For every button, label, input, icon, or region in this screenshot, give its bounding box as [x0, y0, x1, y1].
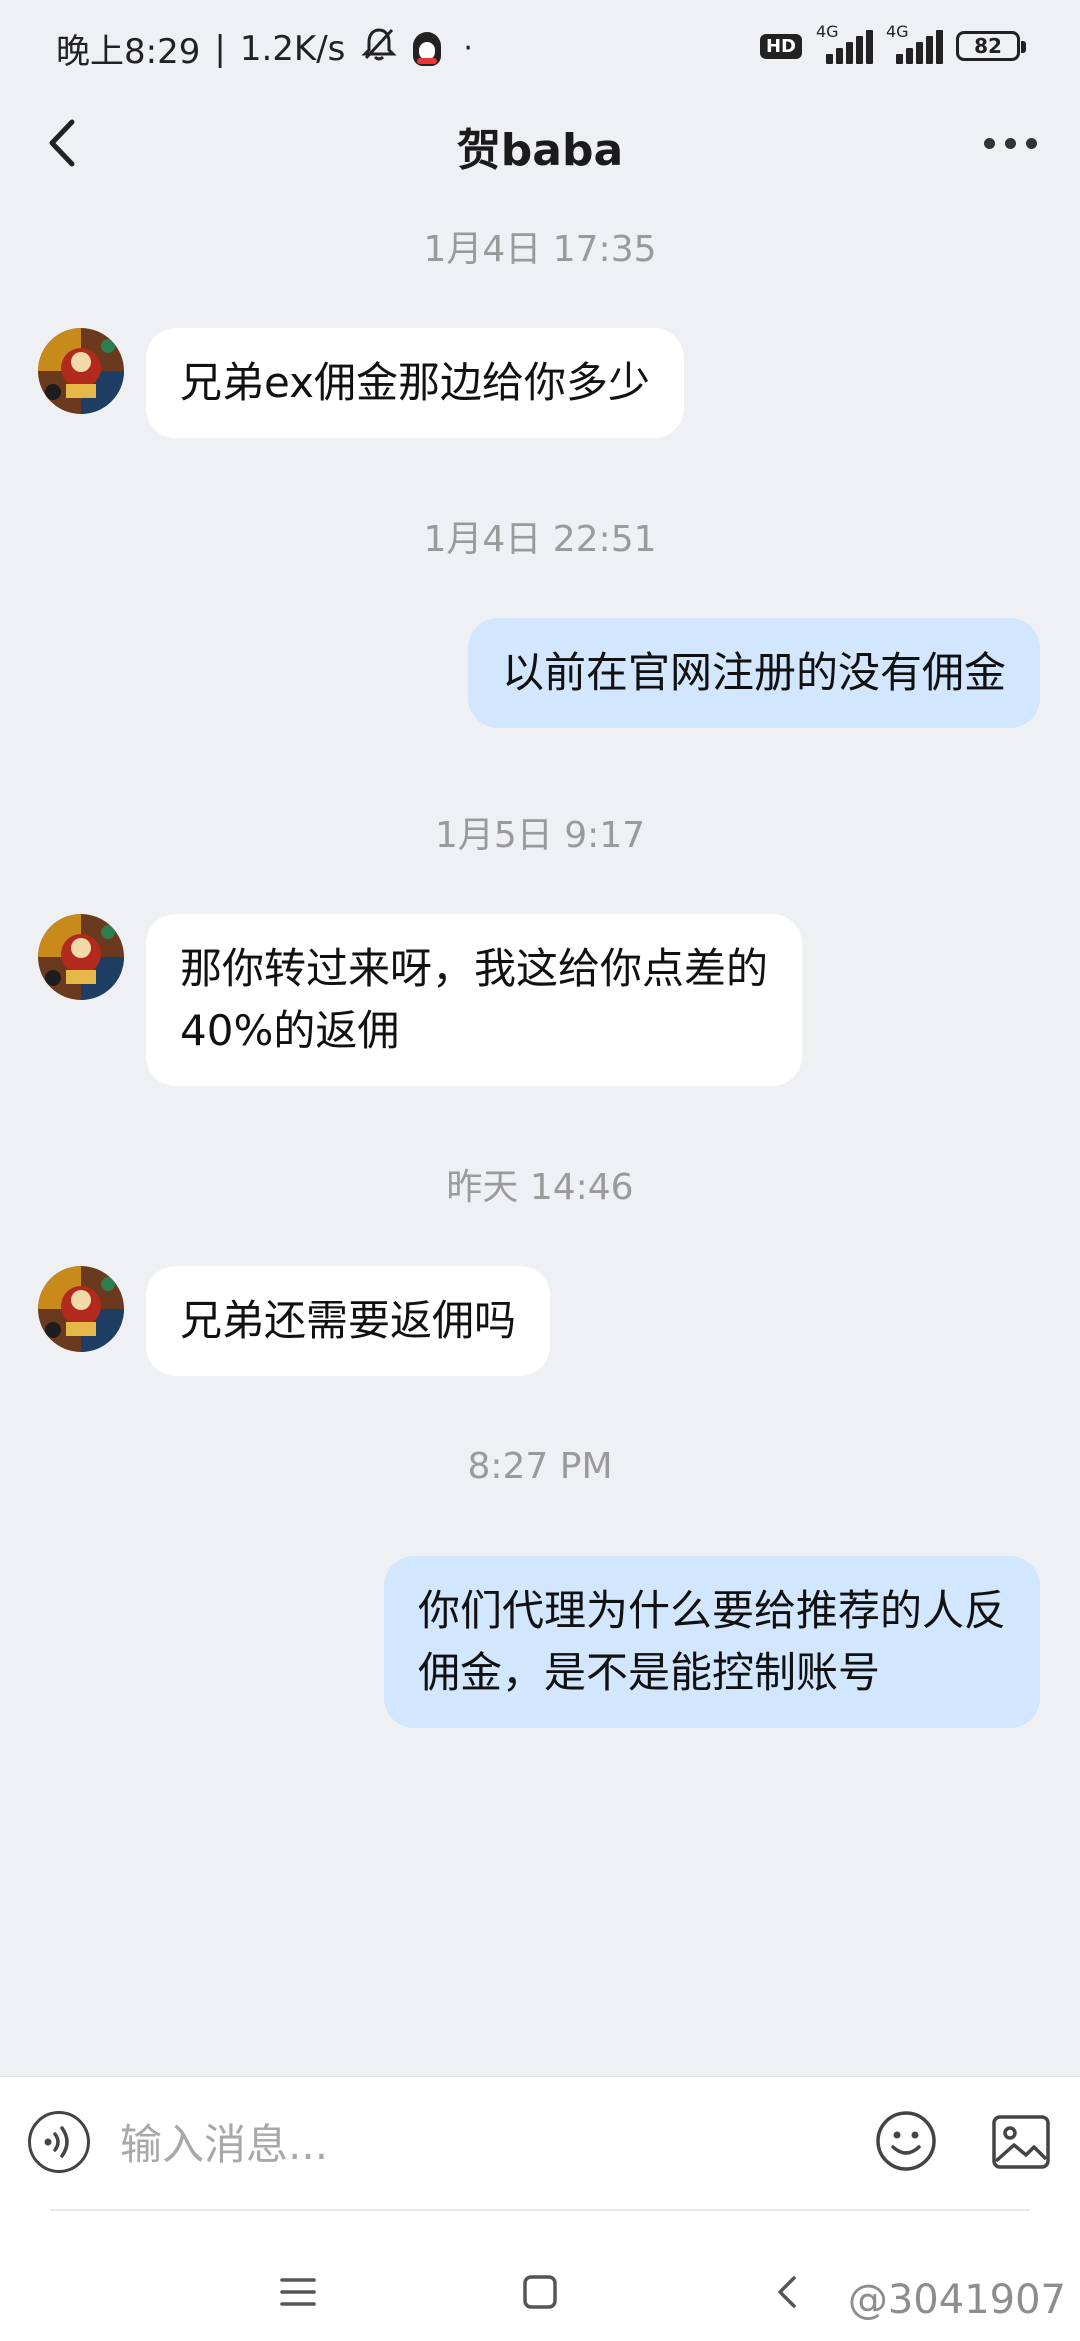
status-left: 晚上8:29 | 1.2K/s · [56, 24, 473, 73]
menu-button[interactable] [258, 2257, 338, 2327]
message-line: 佣金，是不是能控制账号 [417, 1648, 880, 1697]
message-line: 以前在官网注册的没有佣金 [501, 648, 1006, 697]
input-bar: @3041907 [0, 2076, 1080, 2341]
voice-button[interactable] [28, 2111, 90, 2173]
status-time: 晚上8:29 [56, 32, 201, 72]
mute-bell-icon [359, 24, 399, 73]
message-line: 40%的返佣 [180, 1006, 400, 1055]
network-speed: 1.2K/s [239, 28, 346, 69]
home-button[interactable] [500, 2257, 580, 2327]
message-timestamp: 昨天 14:46 [446, 1167, 634, 1208]
battery-icon: 82 [956, 31, 1026, 61]
avatar[interactable] [38, 328, 124, 414]
message-bubble-incoming: 那你转过来呀，我这给你点差的 40%的返佣 [146, 914, 803, 1086]
emoji-icon [876, 2111, 936, 2171]
message-bubble-incoming: 兄弟ex佣金那边给你多少 [146, 328, 684, 438]
message-timestamp: 1月4日 22:51 [423, 519, 657, 560]
avatar[interactable] [38, 914, 124, 1000]
image-button[interactable] [990, 2111, 1052, 2173]
message-line: 那你转过来呀，我这给你点差的 [180, 944, 769, 993]
nav-back-button[interactable] [748, 2257, 828, 2327]
message-line: 兄弟ex佣金那边给你多少 [180, 358, 650, 407]
message-bubble-outgoing: 以前在官网注册的没有佣金 [467, 618, 1040, 728]
status-right: HD 4G 4G 82 [759, 22, 1026, 66]
emoji-button[interactable] [874, 2109, 938, 2173]
back-icon [778, 2276, 796, 2308]
message-bubble-incoming: 兄弟还需要返佣吗 [146, 1266, 551, 1376]
network-type-2: 4G [886, 22, 909, 41]
network-type-1: 4G [816, 22, 839, 41]
signal-icon: 4G [886, 22, 943, 66]
message-input[interactable] [118, 2101, 842, 2187]
image-icon [992, 2115, 1050, 2169]
hd-badge: HD [759, 33, 802, 59]
menu-icon [280, 2278, 316, 2306]
message-line: 兄弟还需要返佣吗 [180, 1296, 517, 1345]
chat-title: 贺baba [456, 125, 624, 176]
message-line: 你们代理为什么要给推荐的人反 [417, 1586, 1006, 1635]
signal-icon: 4G [816, 22, 873, 66]
status-bar: 晚上8:29 | 1.2K/s · HD 4G 4G 82 [0, 0, 1080, 96]
avatar[interactable] [38, 1266, 124, 1352]
chat-header: 贺baba [0, 96, 1080, 192]
dot-icon: · [463, 31, 473, 66]
status-separator: | [214, 28, 226, 69]
divider [50, 2209, 1030, 2211]
battery-level: 82 [974, 34, 1002, 58]
message-timestamp: 1月4日 17:35 [423, 229, 657, 270]
message-bubble-outgoing: 你们代理为什么要给推荐的人反 佣金，是不是能控制账号 [383, 1556, 1040, 1728]
voice-icon [44, 2126, 69, 2158]
watermark: @3041907 [847, 2277, 1066, 2323]
message-timestamp: 8:27 PM [467, 1446, 613, 1487]
message-timestamp: 1月5日 9:17 [434, 815, 646, 856]
more-dots-icon[interactable] [970, 118, 1050, 168]
home-icon [523, 2275, 557, 2309]
qq-icon [413, 31, 442, 66]
